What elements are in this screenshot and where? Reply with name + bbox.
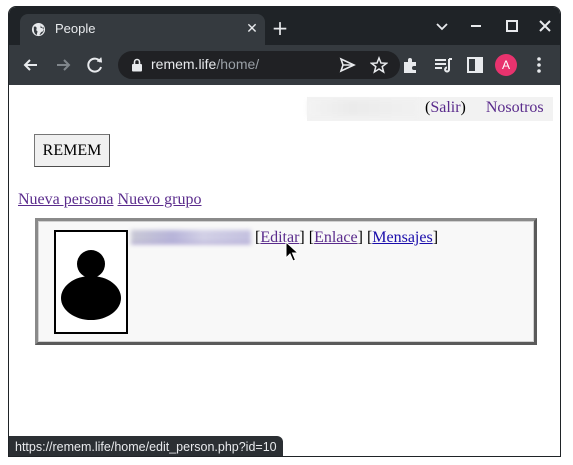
messages-link[interactable]: Mensajes bbox=[372, 229, 432, 246]
forward-arrow-icon[interactable] bbox=[52, 54, 74, 76]
extensions-puzzle-icon[interactable] bbox=[400, 54, 422, 76]
link-link[interactable]: Enlace bbox=[314, 229, 358, 246]
bracket-close: ] bbox=[432, 229, 439, 246]
globe-icon bbox=[31, 22, 46, 37]
mouse-pointer-icon bbox=[285, 241, 299, 262]
close-icon[interactable] bbox=[534, 15, 556, 37]
side-panel-icon[interactable] bbox=[464, 54, 486, 76]
logout-link[interactable]: Salir bbox=[430, 99, 460, 116]
kebab-menu-icon[interactable] bbox=[528, 54, 550, 76]
browser-toolbar: remem.life/home/ A bbox=[9, 45, 560, 85]
browser-window: People ✕ + remem.life/home/ A (Salir) No… bbox=[8, 6, 561, 457]
top-links: (Salir) Nosotros bbox=[425, 99, 544, 117]
tab-close-icon[interactable]: ✕ bbox=[242, 19, 262, 39]
page-content: (Salir) Nosotros REMEM Nueva persona Nuev… bbox=[9, 85, 560, 456]
status-bar-url: https://remem.life/home/edit_person.php?… bbox=[9, 436, 283, 456]
brand-button[interactable]: REMEM bbox=[34, 134, 110, 167]
blurred-username bbox=[307, 100, 419, 116]
person-photo[interactable] bbox=[54, 230, 128, 334]
paren-close: ) bbox=[460, 99, 466, 116]
bookmark-star-icon[interactable] bbox=[370, 56, 388, 74]
address-url: remem.life/home/ bbox=[151, 56, 259, 72]
back-arrow-icon[interactable] bbox=[20, 54, 42, 76]
reload-icon[interactable] bbox=[84, 54, 106, 76]
media-queue-icon[interactable] bbox=[432, 54, 454, 76]
person-silhouette-icon bbox=[61, 250, 121, 320]
tab-strip: People ✕ + bbox=[9, 7, 560, 45]
new-tab-button[interactable]: + bbox=[268, 16, 292, 40]
url-path: /home/ bbox=[216, 56, 260, 72]
maximize-icon[interactable] bbox=[501, 15, 523, 37]
new-person-link[interactable]: Nueva persona bbox=[18, 191, 114, 208]
person-name-link[interactable] bbox=[131, 230, 251, 244]
lock-icon[interactable] bbox=[130, 58, 144, 72]
bracket-close: ] bbox=[357, 229, 363, 246]
chevron-down-icon[interactable] bbox=[431, 15, 453, 37]
minimize-icon[interactable] bbox=[465, 15, 487, 37]
action-links: Nueva persona Nuevo grupo bbox=[18, 191, 202, 209]
send-icon[interactable] bbox=[338, 56, 356, 74]
tab-title: People bbox=[55, 21, 96, 36]
profile-avatar[interactable]: A bbox=[495, 54, 517, 76]
new-group-link[interactable]: Nuevo grupo bbox=[118, 191, 202, 208]
top-user-bar: (Salir) Nosotros bbox=[307, 97, 553, 121]
bracket-close: ] bbox=[299, 229, 305, 246]
tab-people[interactable]: People ✕ bbox=[20, 14, 265, 45]
url-host: remem.life bbox=[151, 56, 217, 72]
address-bar[interactable]: remem.life/home/ bbox=[118, 51, 400, 79]
about-link[interactable]: Nosotros bbox=[486, 99, 544, 116]
person-card: [Editar] [Enlace] [Mensajes] bbox=[35, 218, 537, 345]
